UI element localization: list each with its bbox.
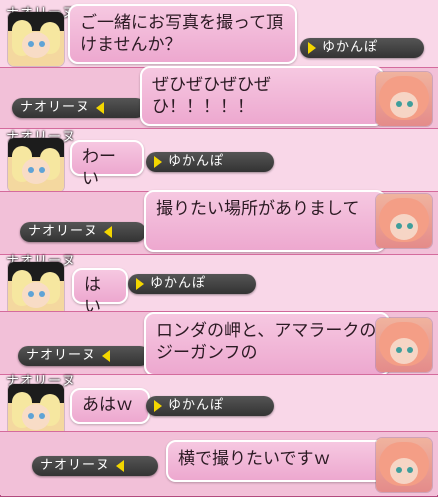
player-name-tag: ゆかんぽ [146, 396, 274, 416]
chat-bubble: はい [72, 268, 128, 317]
speaker-arrow-icon [154, 399, 162, 412]
partner-name-tag: ナオリーヌ [12, 98, 146, 118]
partner-name-tag: ナオリーヌ [18, 346, 150, 366]
chat-bubble: 横で撮りたいですｗ [166, 440, 386, 482]
partner-avatar [376, 438, 432, 492]
partner-avatar [376, 194, 432, 248]
speaker-arrow-icon [102, 349, 111, 362]
partner-avatar [376, 72, 432, 126]
player-avatar [8, 262, 64, 316]
player-avatar [8, 138, 64, 192]
speaker-arrow-icon [308, 41, 316, 54]
player-name-tag: ゆかんぽ [300, 38, 424, 58]
speaker-arrow-icon [136, 277, 144, 290]
chat-bubble: わーい [70, 140, 144, 189]
player-name-tag: ゆかんぽ [146, 152, 274, 172]
speaker-arrow-icon [104, 225, 113, 238]
partner-name-tag: ナオリーヌ [20, 222, 146, 242]
speaker-arrow-icon [154, 155, 162, 168]
player-name-tag: ゆかんぽ [128, 274, 256, 294]
player-avatar [8, 384, 64, 438]
chat-bubble: 撮りたい場所がありまして [144, 190, 386, 252]
player-avatar [8, 12, 64, 66]
chat-bubble: ロンダの岬と、アマラークのジーガンフの [144, 312, 390, 376]
chat-bubble: ぜひぜひぜひぜひ！！！！！ [140, 66, 384, 126]
partner-name-tag: ナオリーヌ [32, 456, 158, 476]
chat-bubble: あはｗ [70, 388, 150, 424]
speaker-arrow-icon [96, 101, 105, 114]
partner-avatar [376, 318, 432, 372]
speaker-arrow-icon [116, 459, 125, 472]
chat-bubble: ご一緒にお写真を撮って頂けませんか？ [68, 4, 297, 64]
